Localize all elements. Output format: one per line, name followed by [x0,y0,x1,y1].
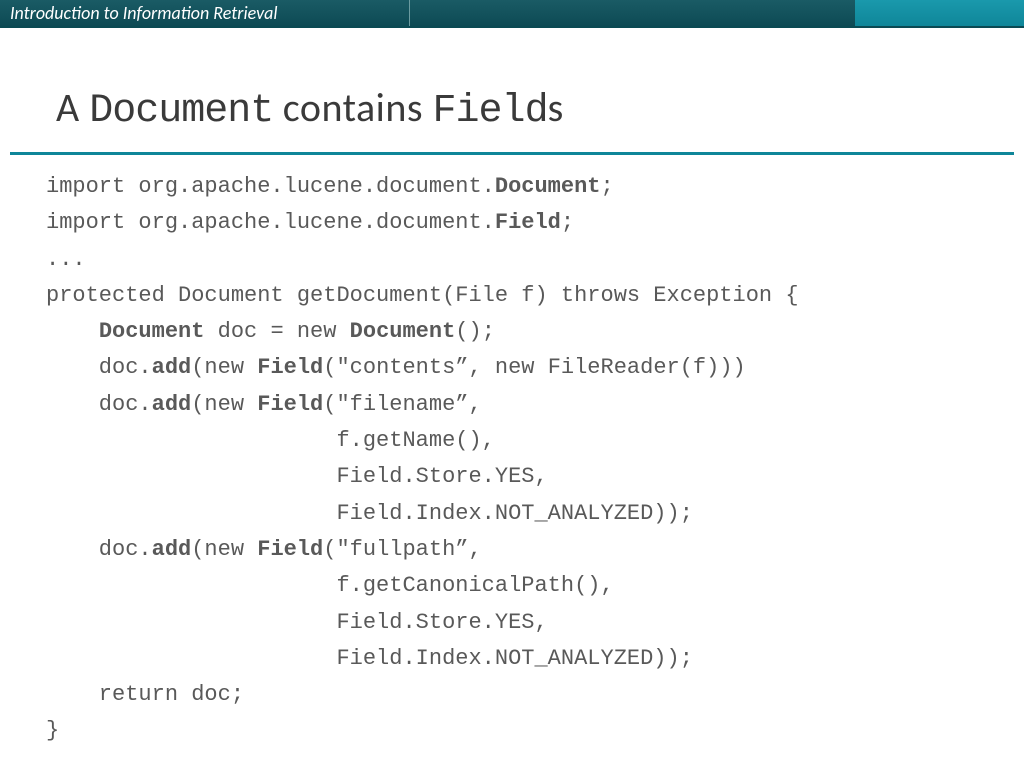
code-line-15: return doc; [46,682,244,707]
title-area: A Document contains Fields [0,28,1024,144]
header-right [855,0,1024,26]
code-line-13: Field.Store.YES, [46,610,548,635]
code-line-6: doc.add(new Field("contents”, new FileRe… [46,355,746,380]
code-line-12: f.getCanonicalPath(), [46,573,614,598]
header-title: Introduction to Information Retrieval [0,0,410,26]
code-line-5: Document doc = new Document(); [46,319,495,344]
code-line-11: doc.add(new Field("fullpath”, [46,537,482,562]
code-line-14: Field.Index.NOT_ANALYZED)); [46,646,693,671]
code-line-2: import org.apache.lucene.document.Field; [46,210,574,235]
title-prefix: A [56,83,89,132]
code-line-1: import org.apache.lucene.document.Docume… [46,174,614,199]
title-mono-field: Field [433,89,548,134]
header-mid [410,0,855,26]
code-line-16: } [46,718,59,743]
title-suffix: s [548,83,564,132]
slide-title: A Document contains Fields [56,83,968,134]
code-line-10: Field.Index.NOT_ANALYZED)); [46,501,693,526]
top-bar: Introduction to Information Retrieval [0,0,1024,28]
title-mono-document: Document [89,89,273,134]
code-line-7: doc.add(new Field("filename”, [46,392,482,417]
title-mid: contains [273,83,432,132]
code-line-3: ... [46,247,86,272]
code-line-4: protected Document getDocument(File f) t… [46,283,799,308]
code-block: import org.apache.lucene.document.Docume… [0,155,1024,750]
code-line-9: Field.Store.YES, [46,464,548,489]
code-line-8: f.getName(), [46,428,495,453]
